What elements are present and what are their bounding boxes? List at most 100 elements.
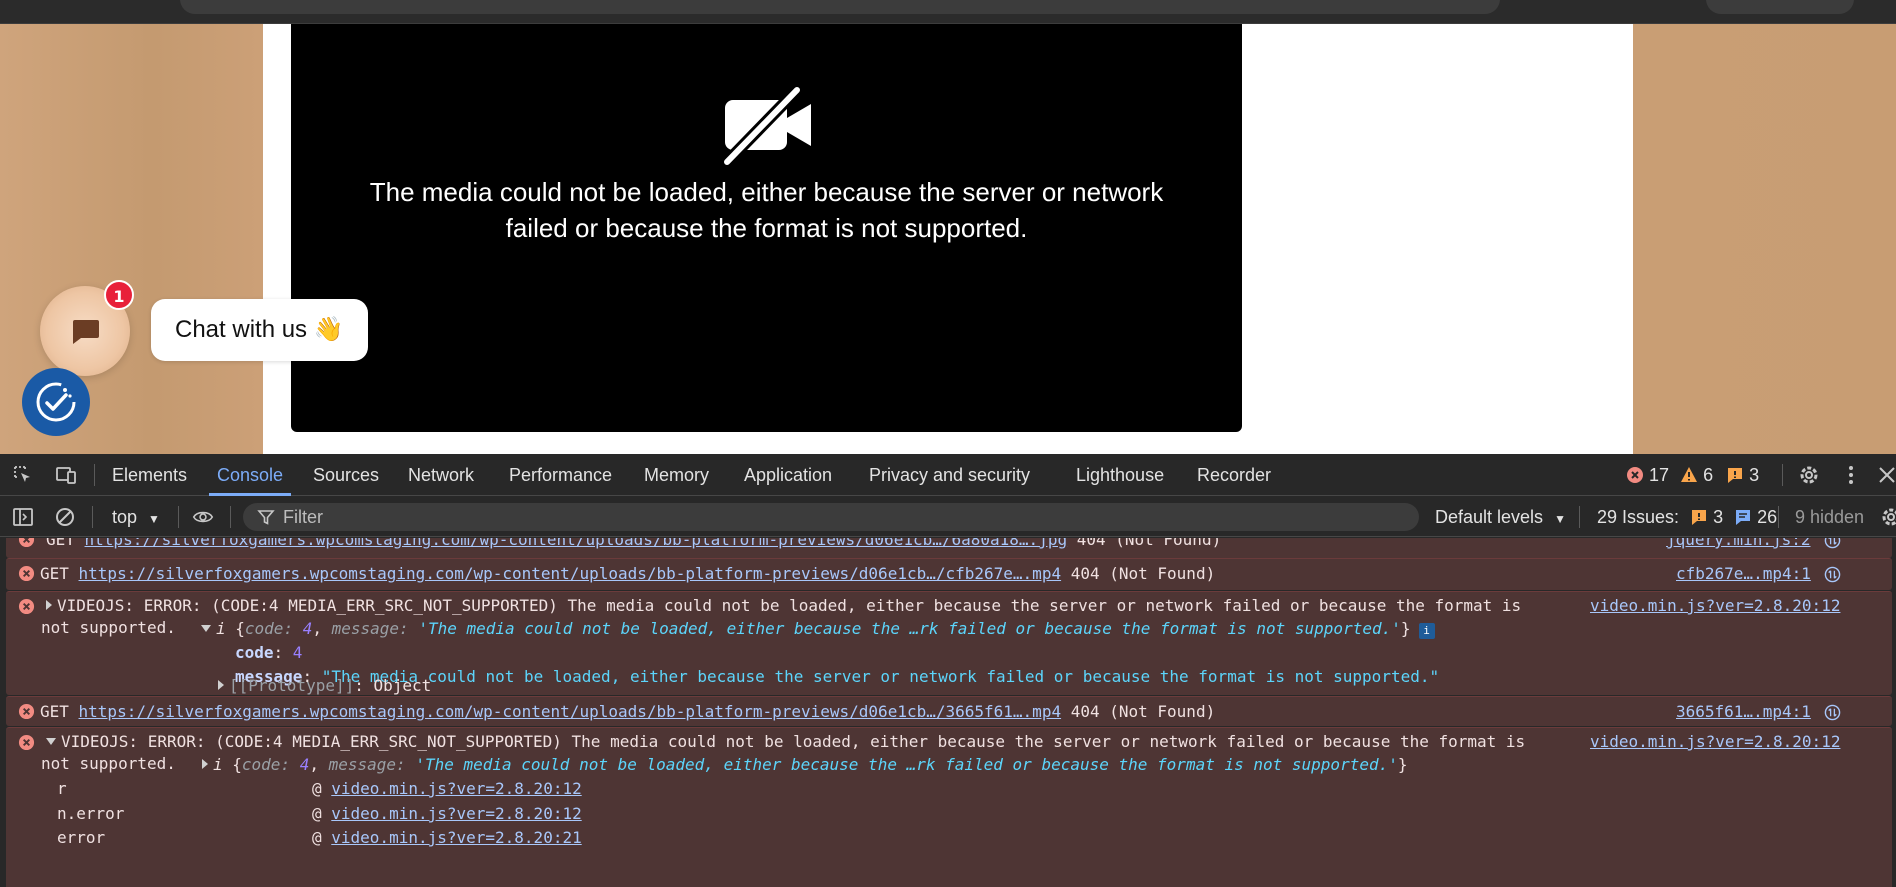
object-property-code: code: 4: [235, 643, 303, 662]
tab-network[interactable]: Network: [408, 454, 474, 496]
source-link[interactable]: 3665f61….mp4:1: [1676, 701, 1811, 723]
console-messages: GET https://silverfoxgamers.wpcomstaging…: [0, 538, 1896, 887]
collapse-triangle-icon[interactable]: [46, 738, 56, 745]
resource-url-link[interactable]: https://silverfoxgamers.wpcomstaging.com…: [79, 564, 1062, 583]
stack-source-link[interactable]: video.min.js?ver=2.8.20:12: [331, 804, 581, 823]
settings-gear-icon[interactable]: [1798, 464, 1820, 486]
issue-info-icon: [1736, 510, 1751, 525]
more-options-icon[interactable]: [1840, 464, 1862, 486]
object-prototype-row[interactable]: [[Prototype]]: Object: [218, 675, 431, 697]
show-sidebar-icon[interactable]: [12, 506, 34, 528]
error-count: 17: [1649, 465, 1670, 485]
tab-memory[interactable]: Memory: [644, 454, 709, 496]
error-text: not supported.: [41, 754, 176, 773]
resource-url-link[interactable]: https://silverfoxgamers.wpcomstaging.com…: [85, 538, 1068, 549]
console-filter[interactable]: [243, 503, 1419, 531]
error-message-line-2: not supported.: [41, 753, 176, 775]
stack-frame-source: @ video.min.js?ver=2.8.20:12: [312, 779, 582, 798]
address-bar[interactable]: [180, 0, 1500, 14]
expand-triangle-icon[interactable]: [46, 600, 52, 610]
tab-separator: [1782, 464, 1783, 486]
error-text: not supported.: [41, 618, 176, 637]
clear-console-icon[interactable]: [54, 506, 76, 528]
tab-lighthouse[interactable]: Lighthouse: [1076, 454, 1164, 496]
issue-icon: [1728, 468, 1743, 483]
error-icon: [18, 734, 35, 751]
console-message-network-error: GET https://silverfoxgamers.wpcomstaging…: [6, 538, 1892, 558]
video-off-icon: [722, 86, 811, 166]
video-error-line-2: failed or because the format is not supp…: [505, 213, 1028, 243]
error-message-line-1[interactable]: VIDEOJS: ERROR: (CODE:4 MEDIA_ERR_SRC_NO…: [46, 595, 1521, 617]
log-levels-value: Default levels: [1435, 507, 1544, 527]
console-message-network-error: GET https://silverfoxgamers.wpcomstaging…: [6, 558, 1892, 590]
issue-count: 3: [1749, 465, 1760, 485]
property-key: code: [235, 643, 274, 662]
network-request-icon[interactable]: [1824, 704, 1841, 721]
collapse-triangle-icon[interactable]: [201, 625, 211, 632]
cookie-check-icon: [36, 382, 76, 422]
console-settings-gear-icon[interactable]: [1880, 506, 1896, 528]
device-toolbar-icon[interactable]: [55, 464, 77, 486]
devtools-panel: Elements Console Sources Network Perform…: [0, 454, 1896, 887]
stack-frame: r: [57, 778, 67, 800]
tab-elements[interactable]: Elements: [112, 454, 187, 496]
filter-input[interactable]: [283, 503, 1383, 531]
object-value: 'The media could not be loaded, either b…: [418, 619, 1401, 638]
stack-source-link[interactable]: video.min.js?ver=2.8.20:12: [331, 779, 581, 798]
error-message-line-1[interactable]: VIDEOJS: ERROR: (CODE:4 MEDIA_ERR_SRC_NO…: [46, 731, 1525, 753]
source-link[interactable]: jquery.min.js:2: [1666, 538, 1811, 551]
source-link[interactable]: video.min.js?ver=2.8.20:12: [1590, 731, 1840, 753]
object-key: message: [331, 619, 400, 638]
property-value: "The media could not be loaded, either b…: [321, 667, 1440, 686]
network-request-icon[interactable]: [1824, 538, 1841, 549]
expand-triangle-icon[interactable]: [218, 680, 224, 690]
chat-icon: [73, 320, 99, 344]
expand-triangle-icon[interactable]: [202, 759, 208, 769]
resource-url-link[interactable]: https://silverfoxgamers.wpcomstaging.com…: [79, 702, 1062, 721]
live-expression-eye-icon[interactable]: [192, 506, 214, 528]
source-link[interactable]: video.min.js?ver=2.8.20:12: [1590, 595, 1840, 617]
chat-unread-badge: 1: [104, 280, 134, 310]
object-key: message: [328, 755, 397, 774]
tab-application[interactable]: Application: [744, 454, 832, 496]
video-player[interactable]: The media could not be loaded, either be…: [291, 24, 1242, 432]
chevron-down-icon: ▼: [148, 512, 160, 526]
console-toolbar: top ▼ Default levels ▼ 29 Issues: 3 26: [0, 497, 1896, 537]
context-selector[interactable]: top ▼: [112, 497, 160, 537]
network-request-icon[interactable]: [1824, 566, 1841, 583]
error-warning-counter[interactable]: 17 6 3: [1626, 454, 1759, 496]
error-object-summary[interactable]: i {code: 4, message: 'The media could no…: [202, 754, 1408, 776]
cookie-consent-button[interactable]: [22, 368, 90, 436]
issues-summary-button[interactable]: 29 Issues: 3 26: [1597, 497, 1777, 537]
tab-performance[interactable]: Performance: [509, 454, 612, 496]
stack-frame-source: @ video.min.js?ver=2.8.20:21: [312, 828, 582, 847]
hidden-messages-count: 9 hidden: [1795, 507, 1865, 527]
prototype-key: [[Prototype]]: [229, 676, 355, 695]
tab-console[interactable]: Console: [208, 454, 292, 496]
error-icon: [18, 565, 35, 582]
profile-button[interactable]: [1706, 0, 1854, 14]
error-text: VIDEOJS: ERROR: (CODE:4 MEDIA_ERR_SRC_NO…: [57, 596, 1522, 615]
object-key: code: [241, 755, 281, 774]
stack-frame: error: [57, 827, 105, 849]
inspect-element-icon[interactable]: [12, 464, 34, 486]
log-text: GET: [46, 538, 85, 549]
stack-source-link[interactable]: video.min.js?ver=2.8.20:21: [331, 828, 581, 847]
close-icon[interactable]: [1876, 464, 1896, 486]
tab-recorder[interactable]: Recorder: [1197, 454, 1271, 496]
status-text: 404 (Not Found): [1061, 702, 1216, 721]
issues-info-count: 26: [1757, 507, 1778, 527]
tab-sources[interactable]: Sources: [313, 454, 379, 496]
tab-privacy-and-security[interactable]: Privacy and security: [869, 454, 1030, 496]
error-text: VIDEOJS: ERROR: (CODE:4 MEDIA_ERR_SRC_NO…: [61, 732, 1526, 751]
error-icon: [18, 703, 35, 720]
error-object-summary[interactable]: i {code: 4, message: 'The media could no…: [201, 618, 1435, 640]
prototype-value: Object: [373, 676, 432, 695]
console-message-network-error: GET https://silverfoxgamers.wpcomstaging…: [6, 696, 1892, 726]
toolbar-separator: [1778, 506, 1779, 528]
info-icon[interactable]: i: [1418, 623, 1435, 639]
chat-with-us-label[interactable]: Chat with us 👋: [151, 299, 368, 361]
source-link[interactable]: cfb267e….mp4:1: [1676, 563, 1811, 585]
log-levels-dropdown[interactable]: Default levels ▼: [1435, 497, 1566, 537]
browser-toolbar: [0, 0, 1896, 24]
